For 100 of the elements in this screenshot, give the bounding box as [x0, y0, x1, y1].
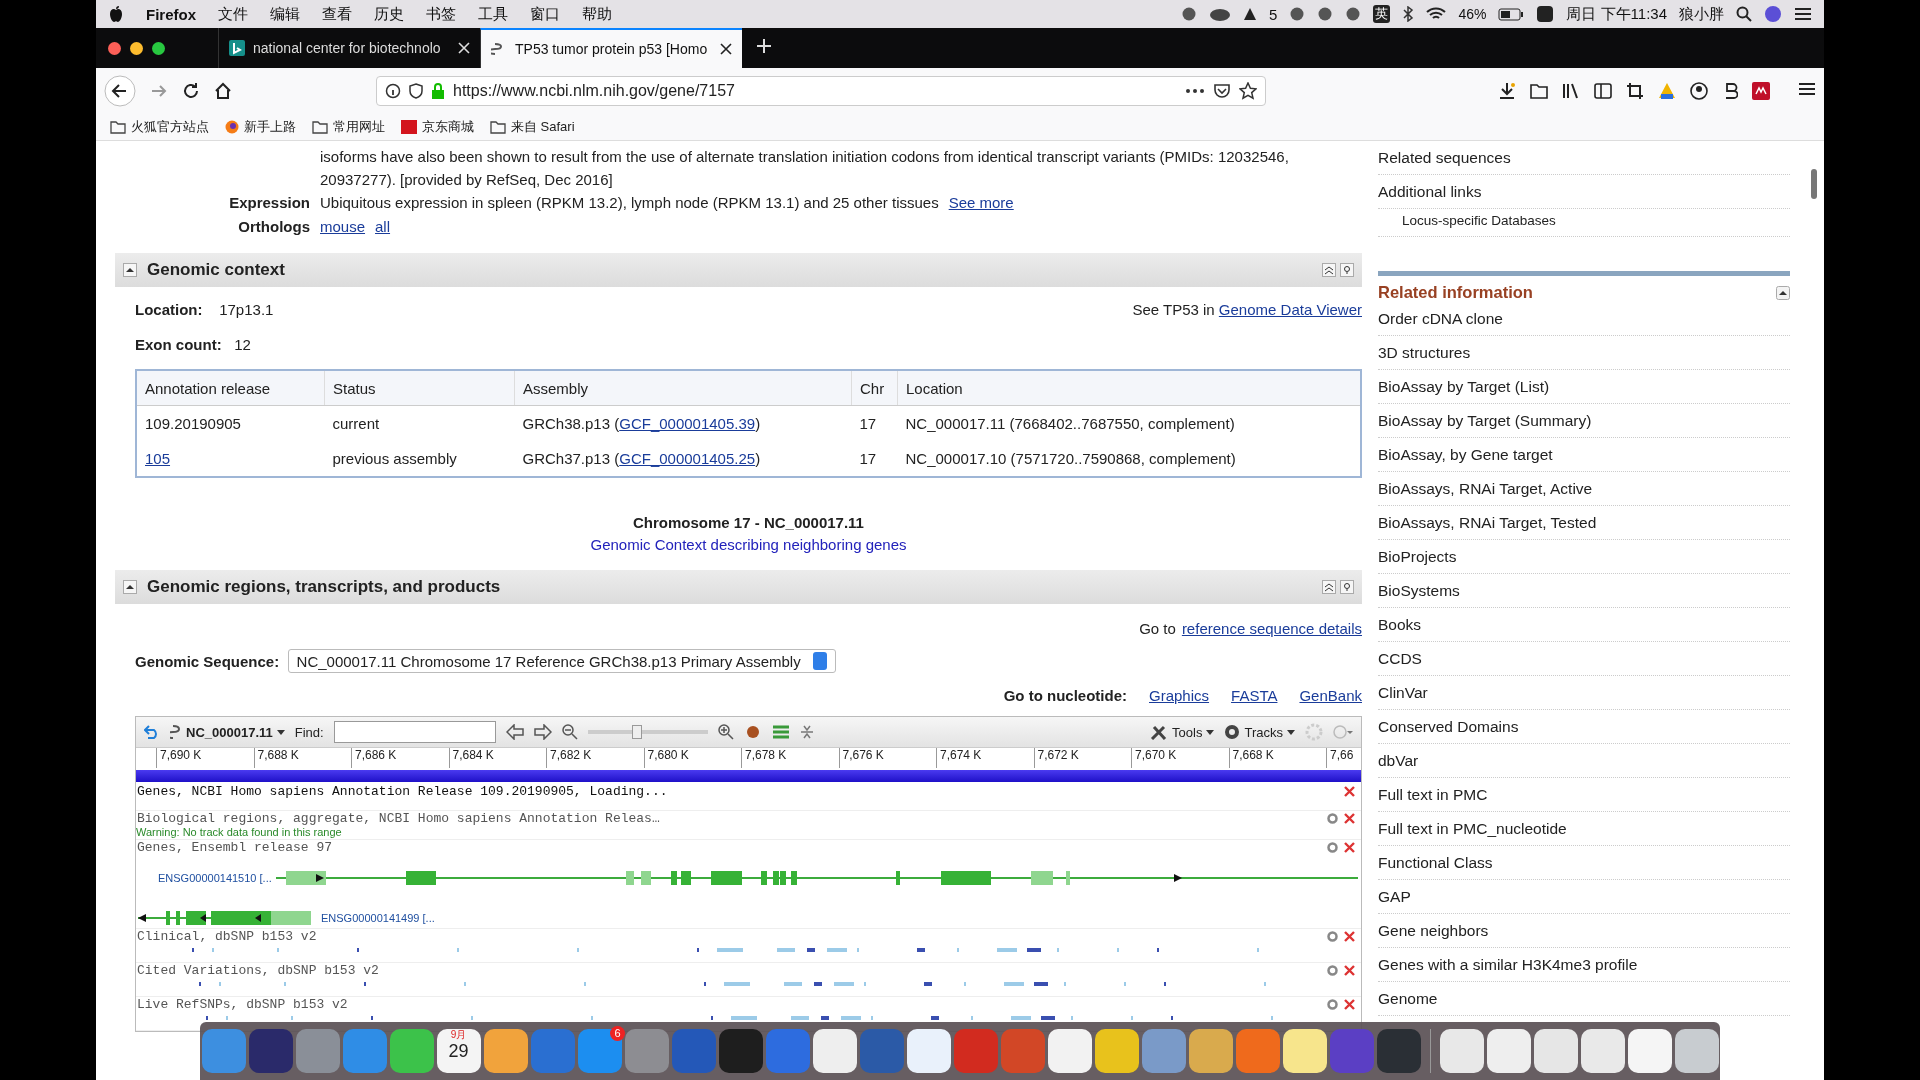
section-header[interactable]: Genomic context — [115, 253, 1362, 287]
related-link[interactable]: BioAssay, by Gene target — [1378, 446, 1553, 463]
app-icon[interactable]: 6 — [577, 1029, 622, 1073]
undo-icon[interactable] — [144, 725, 160, 739]
sidebar-link[interactable]: Related sequences — [1378, 149, 1511, 166]
adobe-icon[interactable] — [1243, 7, 1258, 21]
status-icon[interactable] — [1289, 6, 1306, 22]
library-icon[interactable] — [1562, 83, 1580, 99]
calendar-icon[interactable]: 9月 29 — [436, 1029, 481, 1073]
star-icon[interactable] — [1239, 82, 1257, 100]
close-window-button[interactable] — [108, 41, 121, 55]
related-link[interactable]: BioAssays, RNAi Target, Tested — [1378, 514, 1597, 531]
menu-item[interactable]: Firefox — [146, 5, 196, 23]
microphone-icon[interactable] — [1345, 6, 1362, 22]
section-header[interactable]: Genomic regions, transcripts, and products — [115, 570, 1362, 604]
nucleotide-link[interactable]: Graphics — [1149, 686, 1210, 704]
zoom-out-icon[interactable] — [561, 724, 578, 740]
close-icon[interactable] — [720, 43, 732, 55]
crop-icon[interactable] — [1626, 82, 1644, 100]
release-link[interactable]: 105 — [145, 450, 171, 467]
input-method-indicator[interactable]: 英 — [1373, 5, 1391, 23]
ortholog-link[interactable]: all — [375, 215, 391, 239]
menu-item[interactable]: 帮助 — [582, 4, 612, 24]
search-icon[interactable] — [1736, 6, 1752, 22]
bookmark[interactable]: 新手上路 — [244, 118, 296, 136]
zoom-window-button[interactable] — [152, 41, 165, 55]
menu-item[interactable]: 工具 — [478, 4, 508, 24]
minimize-window-button[interactable] — [130, 41, 143, 55]
tracks-icon[interactable] — [771, 725, 790, 739]
collapse-all-icon[interactable] — [1322, 263, 1336, 277]
related-link[interactable]: Gene neighbors — [1378, 922, 1489, 939]
app-icon[interactable] — [1627, 1029, 1672, 1073]
reference-link[interactable]: reference sequence details — [1181, 619, 1362, 637]
arrow-right-icon[interactable] — [533, 724, 552, 740]
download-icon[interactable] — [1498, 82, 1516, 100]
app-icon[interactable] — [1486, 1029, 1531, 1073]
back-icon[interactable] — [104, 75, 136, 107]
bookmark[interactable]: 常用网址 — [333, 118, 385, 136]
bluetooth-icon[interactable] — [1402, 6, 1415, 22]
collapse-all-icon[interactable] — [1322, 580, 1336, 594]
sequence-menu[interactable]: NC_000017.11 — [170, 724, 285, 740]
related-link[interactable]: Full text in PMC_nucleotide — [1378, 820, 1567, 837]
related-link[interactable]: BioProjects — [1378, 548, 1457, 565]
related-link[interactable]: dbVar — [1378, 752, 1419, 769]
menu-item[interactable]: 查看 — [322, 4, 352, 24]
nucleotide-link[interactable]: GenBank — [1299, 686, 1362, 704]
sidebar-link[interactable]: Additional links — [1378, 183, 1482, 200]
gear-icon[interactable] — [1327, 931, 1338, 942]
collapse-icon[interactable] — [123, 263, 137, 277]
user-name[interactable]: 狼小胖 — [1679, 4, 1724, 24]
slider-thumb[interactable] — [631, 725, 642, 739]
related-link[interactable]: GAP — [1378, 888, 1411, 905]
related-link[interactable]: Functional Class — [1378, 854, 1493, 871]
see-more-link[interactable]: See more — [948, 191, 1014, 215]
assembly-link[interactable]: GCF_000001405.25 — [619, 450, 756, 467]
pocket-icon[interactable] — [1213, 83, 1231, 99]
collapse-icon[interactable] — [1776, 285, 1790, 300]
browser-tab[interactable]: TP53 tumor protein p53 [Homo — [480, 28, 742, 68]
siri-icon[interactable] — [1764, 5, 1782, 23]
apple-icon[interactable] — [108, 5, 124, 23]
list-icon[interactable] — [1794, 7, 1812, 21]
gene-label[interactable]: ENSG00000141499 [... — [321, 912, 435, 924]
battery-icon[interactable] — [1498, 7, 1525, 21]
bookmark[interactable]: 来自 Safari — [511, 118, 575, 136]
extension-icon[interactable] — [1752, 82, 1770, 100]
clock[interactable]: 周日 下午11:34 — [1566, 4, 1667, 24]
ortholog-link[interactable]: mouse — [320, 215, 366, 239]
nucleotide-link[interactable]: FASTA — [1231, 686, 1278, 704]
more-icon[interactable] — [1185, 88, 1205, 94]
cloud-icon[interactable] — [1209, 6, 1232, 22]
related-link[interactable]: 3D structures — [1378, 344, 1471, 361]
gene-label[interactable]: ENSG00000141510 [... — [158, 872, 272, 884]
gear-icon[interactable] — [1327, 999, 1338, 1010]
shield-icon[interactable] — [409, 83, 423, 99]
bookmark[interactable]: 京东商城 — [422, 118, 474, 136]
related-link[interactable]: Genome — [1378, 990, 1438, 1007]
related-link[interactable]: BioAssay by Target (List) — [1378, 378, 1550, 395]
reload-icon[interactable] — [182, 82, 200, 100]
info-icon[interactable] — [385, 83, 401, 99]
bookmark[interactable]: 火狐官方站点 — [131, 118, 209, 136]
genome-viewer-link[interactable]: Genome Data Viewer — [1218, 300, 1362, 318]
related-link[interactable]: BioSystems — [1378, 582, 1460, 599]
menu-item[interactable]: 文件 — [218, 4, 248, 24]
find-field[interactable] — [333, 721, 496, 743]
menu-item[interactable]: 书签 — [426, 4, 456, 24]
related-link[interactable]: Conserved Domains — [1378, 718, 1519, 735]
assembly-link[interactable]: GCF_000001405.39 — [619, 415, 756, 432]
record-icon[interactable] — [1181, 6, 1198, 22]
sidebar-link[interactable]: Locus-specific Databases — [1402, 213, 1556, 228]
home-icon[interactable] — [214, 82, 232, 100]
related-link[interactable]: ClinVar — [1378, 684, 1428, 701]
app-icon[interactable] — [1536, 5, 1555, 23]
related-link[interactable]: Genes with a similar H3K4me3 profile — [1378, 956, 1638, 973]
sidebar-icon[interactable] — [1594, 83, 1612, 99]
app-icon[interactable] — [1047, 1029, 1092, 1073]
help-icon[interactable] — [1340, 580, 1354, 594]
sequence-select[interactable]: NC_000017.11 Chromosome 17 Reference GRCh38.p13 Primary Assembly — [287, 649, 836, 673]
address-bar[interactable]: https://www.ncbi.nlm.nih.gov/gene/7157 — [376, 76, 1266, 106]
gear-icon[interactable] — [1327, 965, 1338, 976]
new-tab-icon[interactable] — [756, 38, 772, 54]
